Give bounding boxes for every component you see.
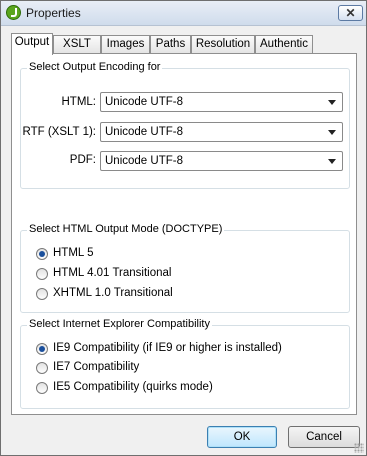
html-encoding-value: Unicode UTF-8 (105, 96, 183, 108)
radio-label: IE5 Compatibility (quirks mode) (53, 381, 213, 393)
html-output-mode-group-title: Select HTML Output Mode (DOCTYPE) (27, 223, 225, 235)
chevron-down-icon[interactable] (324, 124, 340, 140)
radio-label: HTML 5 (53, 247, 94, 259)
radio-button[interactable] (36, 268, 48, 280)
chevron-down-icon[interactable] (324, 94, 340, 110)
tab-authentic[interactable]: Authentic (255, 35, 313, 54)
rtf-encoding-value: Unicode UTF-8 (105, 126, 183, 138)
cancel-button[interactable]: Cancel (288, 426, 360, 448)
radio-button[interactable] (36, 382, 48, 394)
dialog-body: Output XSLT Images Paths Resolution Auth… (1, 26, 366, 455)
rtf-encoding-select[interactable]: Unicode UTF-8 (100, 122, 343, 142)
html-encoding-select[interactable]: Unicode UTF-8 (100, 92, 343, 112)
radio-label: HTML 4.01 Transitional (53, 267, 172, 279)
ie-compatibility-group: Select Internet Explorer Compatibility I… (20, 318, 350, 409)
title-bar[interactable]: Properties ✕ (1, 1, 366, 26)
rtf-encoding-label: RTF (XSLT 1): (22, 126, 97, 138)
output-tab-panel: Select Output Encoding for HTML: Unicode… (11, 53, 357, 415)
radio-label: IE9 Compatibility (if IE9 or higher is i… (53, 342, 282, 354)
resize-grip-icon[interactable] (354, 443, 364, 453)
output-encoding-group: Select Output Encoding for HTML: Unicode… (20, 61, 350, 189)
html-encoding-label: HTML: (61, 96, 97, 108)
pdf-encoding-value: Unicode UTF-8 (105, 155, 183, 167)
chevron-down-icon[interactable] (324, 153, 340, 169)
output-encoding-group-title: Select Output Encoding for (27, 61, 163, 73)
tab-paths[interactable]: Paths (150, 35, 191, 54)
pdf-encoding-select[interactable]: Unicode UTF-8 (100, 151, 343, 171)
window-title: Properties (26, 6, 81, 20)
app-icon (6, 5, 21, 20)
radio-button-selected[interactable] (36, 248, 48, 260)
tab-xslt[interactable]: XSLT (53, 35, 101, 54)
radio-button-selected[interactable] (36, 343, 48, 355)
close-button[interactable]: ✕ (338, 5, 363, 21)
tab-images[interactable]: Images (101, 35, 150, 54)
tab-resolution[interactable]: Resolution (191, 35, 255, 54)
radio-label: XHTML 1.0 Transitional (53, 287, 173, 299)
radio-label: IE7 Compatibility (53, 361, 140, 373)
html-output-mode-group: Select HTML Output Mode (DOCTYPE) HTML 5… (20, 223, 350, 313)
radio-button[interactable] (36, 362, 48, 374)
tab-output[interactable]: Output (11, 33, 53, 55)
ie-compatibility-group-title: Select Internet Explorer Compatibility (27, 318, 212, 330)
ok-button[interactable]: OK (207, 426, 277, 448)
pdf-encoding-label: PDF: (69, 154, 96, 166)
radio-button[interactable] (36, 288, 48, 300)
properties-dialog: Properties ✕ Output XSLT Images Paths Re… (0, 0, 367, 456)
